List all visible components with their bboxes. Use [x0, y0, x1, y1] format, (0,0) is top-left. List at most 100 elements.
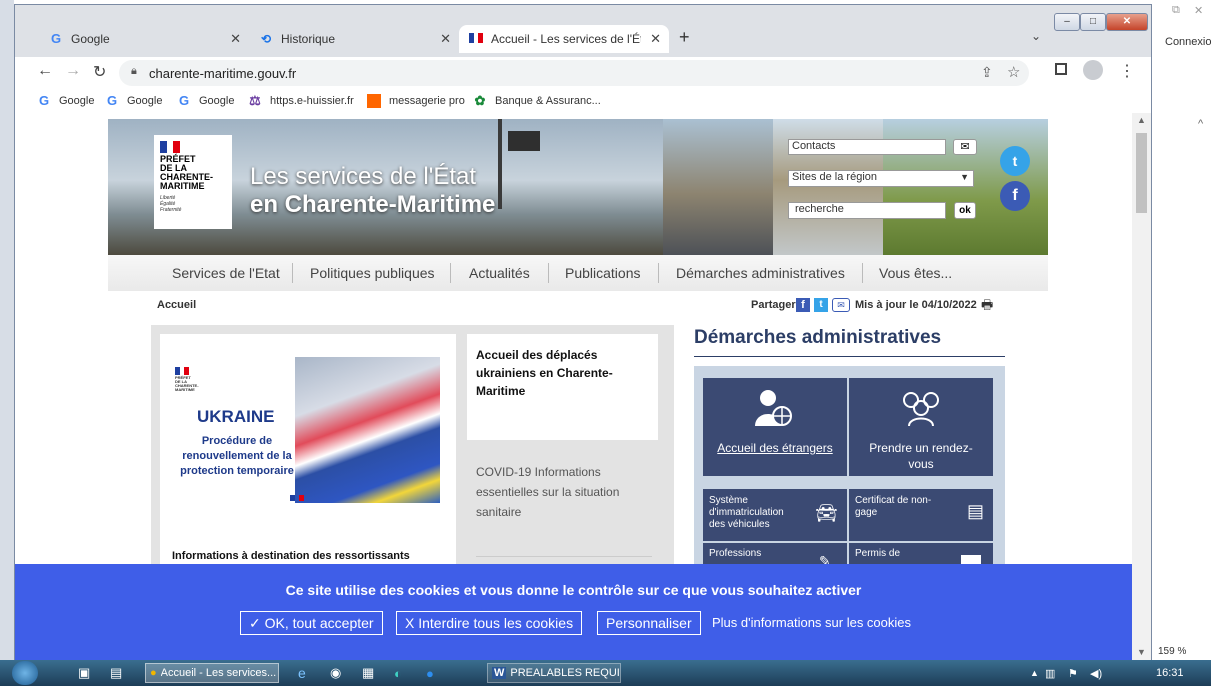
ukraine-card[interactable]: PRÉFET DE LA CHARENTE- MARITIME UKRAINE Pro…	[160, 334, 456, 566]
cookie-deny-button[interactable]: X Interdire tous les cookies	[396, 611, 583, 635]
bookmark-banque[interactable]: ✿ Banque & Assuranc...	[473, 94, 601, 108]
app3-icon[interactable]: ▦	[362, 663, 374, 683]
skype-icon[interactable]: ●	[426, 663, 434, 683]
taskbar-chrome[interactable]: ● Accueil - Les services...	[145, 663, 279, 683]
nav-actualites[interactable]: Actualités	[469, 265, 530, 281]
contacts-field[interactable]: Contacts	[788, 139, 946, 155]
tray-network-icon[interactable]: ▥	[1045, 663, 1055, 683]
demarche-label: Accueil des étrangers	[717, 441, 833, 455]
nav-publications[interactable]: Publications	[565, 265, 641, 281]
header-banner: PRÉFET DE LA CHARENTE- MARITIME Liberté Égal…	[108, 119, 1048, 255]
back-arrow-icon[interactable]: ←	[37, 62, 53, 80]
sidepanel-icon[interactable]	[1055, 63, 1067, 75]
tab-google[interactable]: G Google ✕	[39, 25, 249, 53]
reload-icon[interactable]: ↻	[93, 62, 106, 82]
page-viewport: PRÉFET DE LA CHARENTE- MARITIME Liberté Égal…	[15, 113, 1151, 661]
bookmark-google-3[interactable]: G Google	[177, 94, 235, 108]
news-card-ukraine[interactable]: Accueil des déplacés ukrainiens en Chare…	[467, 334, 658, 440]
scroll-up-icon[interactable]: ▲	[1137, 115, 1146, 125]
demarche-rendez-vous[interactable]: Prendre un rendez-vous	[849, 378, 993, 476]
folder-icon[interactable]: ▣	[78, 663, 90, 683]
bookmark-label: Banque & Assuranc...	[495, 95, 601, 107]
mail-icon[interactable]: ✉	[953, 139, 977, 155]
scrollbar-thumb[interactable]	[1136, 133, 1147, 213]
background-window-right: ⧉ ✕ Connexio ^	[1150, 0, 1211, 660]
nav-divider	[450, 263, 451, 283]
cookie-customize-button[interactable]: Personnaliser	[597, 611, 701, 635]
demarche-immatriculation[interactable]: Système d'immatriculation des véhicules …	[703, 489, 847, 541]
edge-icon[interactable]: ◐	[394, 663, 402, 683]
app2-icon[interactable]: ◉	[330, 663, 341, 683]
tab-historique[interactable]: ⟲ Historique ✕	[249, 25, 459, 53]
ukraine-heading: UKRAINE	[197, 407, 275, 426]
demarche-label: Système d'immatriculation des véhicules	[709, 495, 784, 530]
divider	[476, 556, 652, 557]
share-twitter-icon[interactable]: t	[814, 298, 828, 312]
orange-icon	[367, 94, 381, 108]
demarche-label: Professions	[709, 548, 762, 559]
bookmark-messagerie[interactable]: messagerie pro	[367, 94, 465, 108]
cookie-accept-button[interactable]: ✓ OK, tout accepter	[240, 611, 383, 635]
tray-volume-icon[interactable]: ◀)	[1090, 663, 1102, 683]
profile-avatar[interactable]	[1083, 60, 1103, 80]
tray-flag-icon[interactable]: ⚑	[1068, 663, 1078, 683]
scroll-down-icon[interactable]: ▼	[1137, 647, 1146, 657]
close-window-button[interactable]: ✕	[1106, 13, 1148, 31]
demarche-non-gage[interactable]: Certificat de non-gage ▤	[849, 489, 993, 541]
close-icon[interactable]: ✕	[230, 31, 241, 47]
breadcrumb[interactable]: Accueil	[157, 299, 196, 311]
huissier-icon: ⚖	[249, 93, 261, 108]
chrome-icon: ●	[150, 667, 157, 679]
nav-services[interactable]: Services de l'Etat	[172, 265, 280, 281]
new-tab-button[interactable]: +	[679, 27, 690, 48]
minimize-button[interactable]: –	[1054, 13, 1080, 31]
taskbar-word[interactable]: WPREALABLES REQUIS...	[487, 663, 621, 683]
share-mail-icon[interactable]: ✉	[832, 298, 850, 312]
motto-text: Liberté Égalité Fraternité	[160, 195, 182, 213]
nav-vous-etes[interactable]: Vous êtes...	[879, 265, 952, 281]
demarche-label: Prendre un rendez-vous	[869, 441, 973, 471]
print-icon[interactable]: 🖶︎	[981, 296, 993, 318]
news-title: Accueil des déplacés ukrainiens en Chare…	[476, 348, 613, 398]
sites-region-select[interactable]: Sites de la région ▼	[788, 170, 974, 187]
search-input[interactable]: recherche	[788, 202, 946, 219]
nav-demarches[interactable]: Démarches administratives	[676, 265, 845, 281]
bg-connexion-label: Connexio	[1165, 36, 1211, 48]
tab-accueil[interactable]: Accueil - Les services de l'État en ✕	[459, 25, 669, 53]
star-icon[interactable]: ☆	[1007, 63, 1020, 81]
demarche-accueil-etrangers[interactable]: Accueil des étrangers	[703, 378, 847, 476]
app-icon[interactable]: ▤	[110, 663, 122, 683]
tray-chevron-icon[interactable]: ▲	[1030, 663, 1039, 683]
bookmark-google-2[interactable]: G Google	[105, 94, 163, 108]
share-facebook-icon[interactable]: f	[796, 298, 810, 312]
start-button[interactable]	[12, 661, 38, 685]
close-icon[interactable]: ✕	[440, 31, 451, 47]
nav-divider	[862, 263, 863, 283]
menu-kebab-icon[interactable]: ⋮	[1119, 61, 1135, 81]
twitter-icon[interactable]: t	[1000, 146, 1030, 176]
fishing-hut	[508, 131, 540, 151]
ie-icon[interactable]: e	[298, 663, 306, 683]
demarches-heading: Démarches administratives	[694, 327, 942, 348]
url-text: charente-maritime.gouv.fr	[149, 66, 297, 81]
maximize-button[interactable]: □	[1080, 13, 1106, 31]
news-card-covid[interactable]: COVID-19 Informations essentielles sur l…	[467, 450, 658, 560]
forward-arrow-icon[interactable]: →	[65, 62, 81, 80]
page-scrollbar[interactable]: ▲ ▼	[1132, 113, 1151, 661]
towers-photo	[663, 119, 773, 255]
cookie-more-link[interactable]: Plus d'informations sur les cookies	[712, 615, 911, 630]
address-bar[interactable]: 🔒︎ charente-maritime.gouv.fr ⇪ ☆	[119, 60, 1029, 86]
tab-search-chevron-icon[interactable]: ⌄	[1031, 29, 1041, 43]
search-ok-button[interactable]: ok	[954, 202, 976, 219]
person-globe-icon	[755, 390, 792, 426]
bg-close-icon: ✕	[1194, 5, 1204, 17]
bookmark-google-1[interactable]: G Google	[37, 94, 95, 108]
ukraine-subtitle: Procédure de renouvellement de la protecti…	[180, 435, 294, 477]
bookmark-huissier[interactable]: ⚖ https.e-huissier.fr	[248, 94, 354, 108]
taskbar-item-label: PREALABLES REQUIS...	[510, 667, 620, 679]
tab-label: Accueil - Les services de l'État en	[491, 32, 641, 46]
share-icon[interactable]: ⇪	[981, 64, 993, 81]
nav-politiques[interactable]: Politiques publiques	[310, 265, 435, 281]
facebook-icon[interactable]: f	[1000, 181, 1030, 211]
close-icon[interactable]: ✕	[650, 31, 661, 47]
